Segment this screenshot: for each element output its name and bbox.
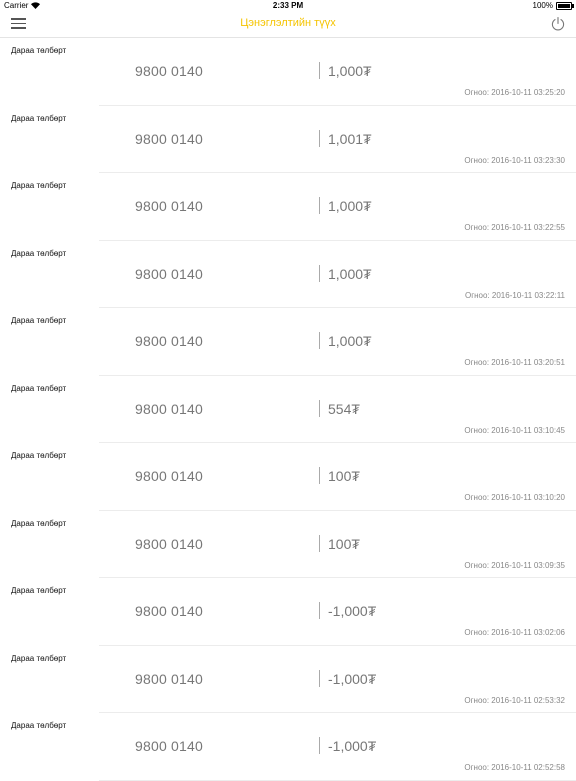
battery-percent: 100%: [532, 1, 553, 10]
transaction-date: Огноо: 2016-10-11 03:23:30: [464, 155, 565, 165]
amount-value: 1,000₮: [328, 265, 372, 282]
transaction-row[interactable]: Дараа төлбөрт 9800 0140 1,000₮ Огноо: 2016-…: [0, 38, 576, 106]
payment-type-label: Дараа төлбөрт: [11, 113, 67, 123]
row-divider: [319, 602, 320, 619]
transaction-date: Огноо: 2016-10-11 03:20:51: [464, 358, 565, 367]
row-divider: [319, 399, 320, 417]
status-bar: Carrier 2:33 PM 100%: [0, 0, 576, 12]
row-divider: [319, 129, 320, 147]
amount-value: 1,000₮: [328, 198, 372, 214]
payment-type-label: Дараа төлбөрт: [11, 46, 67, 55]
phone-number: 9800 0140: [135, 130, 203, 147]
battery-indicator: 100%: [532, 1, 574, 10]
phone-number: 9800 0140: [135, 535, 203, 552]
transaction-date: Огноо: 2016-10-11 03:10:20: [464, 493, 565, 502]
phone-number: 9800 0140: [135, 333, 203, 349]
transaction-row[interactable]: Дараа төлбөрт 9800 0140 554₮ Огноо: 2016-10…: [0, 376, 576, 443]
amount-value: 100₮: [328, 468, 360, 484]
row-divider: [319, 467, 320, 484]
amount-value: 1,000₮: [328, 63, 372, 79]
amount-value: 100₮: [328, 535, 360, 552]
row-divider: [319, 62, 320, 79]
transaction-row[interactable]: Дараа төлбөрт 9800 0140 100₮ Огноо: 2016-10…: [0, 443, 576, 511]
transaction-row[interactable]: Дараа төлбөрт 9800 0140 1,001₮ Огноо: 2016-…: [0, 106, 576, 173]
phone-number: 9800 0140: [135, 63, 203, 79]
payment-type-label: Дараа төлбөрт: [11, 653, 67, 663]
transaction-date: Огноо: 2016-10-11 03:02:06: [464, 628, 565, 637]
phone-number: 9800 0140: [135, 400, 203, 417]
transaction-date: Огноо: 2016-10-11 03:09:35: [464, 560, 565, 570]
payment-type-label: Дараа төлбөрт: [11, 316, 67, 325]
row-divider: [319, 332, 320, 349]
status-time: 2:33 PM: [272, 1, 304, 10]
row-divider: [319, 669, 320, 687]
power-icon: [551, 16, 565, 31]
phone-number: 9800 0140: [135, 603, 203, 619]
transaction-row[interactable]: Дараа төлбөрт 9800 0140 1,000₮ Огноо: 2016-…: [0, 173, 576, 241]
transaction-row[interactable]: Дараа төлбөрт 9800 0140 -1,000₮ Огноо: 2016…: [0, 713, 576, 781]
phone-number: 9800 0140: [135, 265, 203, 282]
amount-value: 1,001₮: [328, 130, 372, 147]
phone-number: 9800 0140: [135, 468, 203, 484]
payment-type-label: Дараа төлбөрт: [11, 248, 67, 258]
payment-type-label: Дараа төлбөрт: [11, 181, 67, 190]
payment-type-label: Дараа төлбөрт: [11, 518, 67, 528]
transaction-date: Огноо: 2016-10-11 03:22:55: [464, 223, 565, 232]
amount-value: -1,000₮: [328, 738, 377, 754]
amount-value: 554₮: [328, 400, 360, 417]
transaction-date: Огноо: 2016-10-11 03:10:45: [464, 425, 565, 435]
phone-number: 9800 0140: [135, 738, 203, 754]
transaction-date: Огноо: 2016-10-11 02:53:32: [464, 695, 565, 705]
payment-type-label: Дараа төлбөрт: [11, 586, 67, 595]
transaction-row[interactable]: Дараа төлбөрт 9800 0140 100₮ Огноо: 2016-10…: [0, 511, 576, 578]
row-divider: [319, 264, 320, 282]
transaction-list: Дараа төлбөрт 9800 0140 1,000₮ Огноо: 2016-…: [0, 38, 576, 781]
navigation-bar: Цэнэглэлтийн түүх: [0, 12, 576, 38]
payment-type-label: Дараа төлбөрт: [11, 383, 67, 393]
transaction-date: Огноо: 2016-10-11 03:25:20: [464, 88, 565, 97]
transaction-row[interactable]: Дараа төлбөрт 9800 0140 1,000₮ Огноо: 2016-…: [0, 308, 576, 376]
power-button[interactable]: [550, 16, 566, 32]
phone-number: 9800 0140: [135, 198, 203, 214]
phone-number: 9800 0140: [135, 670, 203, 687]
row-divider: [319, 197, 320, 214]
amount-value: -1,000₮: [328, 670, 377, 687]
amount-value: -1,000₮: [328, 603, 377, 619]
transaction-row[interactable]: Дараа төлбөрт 9800 0140 -1,000₮ Огноо: 2016…: [0, 646, 576, 713]
battery-icon: [556, 1, 574, 10]
row-divider: [319, 737, 320, 754]
transaction-date: Огноо: 2016-10-11 03:22:11: [465, 290, 565, 300]
row-separator: [99, 779, 576, 781]
row-divider: [319, 534, 320, 552]
payment-type-label: Дараа төлбөрт: [11, 721, 67, 730]
payment-type-label: Дараа төлбөрт: [11, 451, 67, 460]
amount-value: 1,000₮: [328, 333, 372, 349]
transaction-row[interactable]: Дараа төлбөрт 9800 0140 -1,000₮ Огноо: 2016…: [0, 578, 576, 646]
transaction-row[interactable]: Дараа төлбөрт 9800 0140 1,000₮ Огноо: 2016-…: [0, 241, 576, 308]
page-title: Цэнэглэлтийн түүх: [240, 17, 336, 29]
